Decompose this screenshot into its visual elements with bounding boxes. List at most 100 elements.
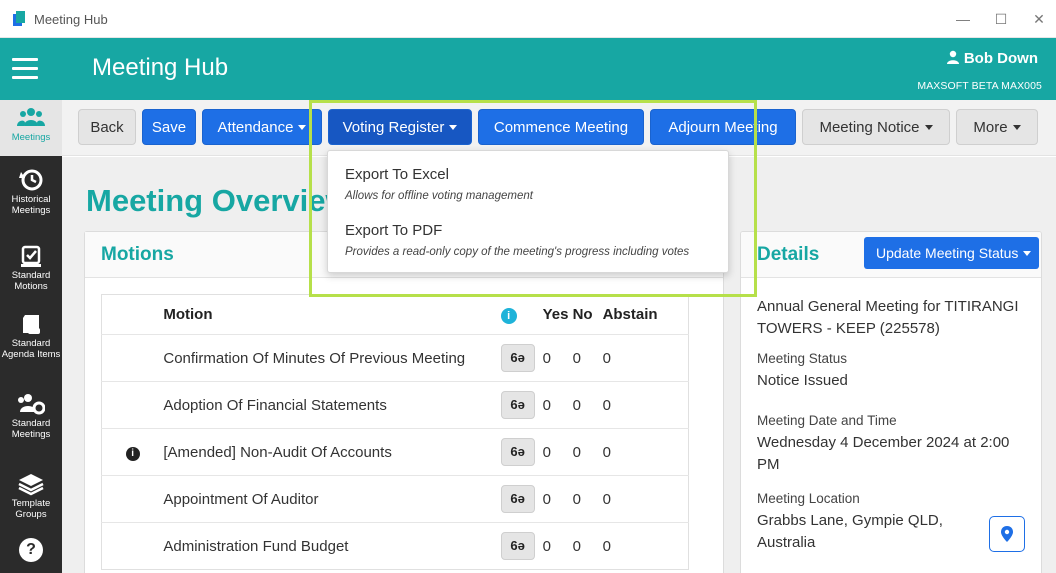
attendance-dropdown[interactable]: Attendance <box>202 109 322 145</box>
column-header-motion: Motion <box>163 306 213 323</box>
maximize-button[interactable]: ☐ <box>986 8 1016 30</box>
view-votes-button[interactable]: 6ə <box>500 438 535 466</box>
meeting-location-value: Grabbs Lane, Gympie QLD, Australia <box>757 512 943 551</box>
sidebar-item-label: Standard Agenda Items <box>1 338 61 360</box>
motions-title: Motions <box>101 244 174 265</box>
table-row: Appointment Of Auditor 6ə 0 0 0 <box>101 475 689 523</box>
menu-item-export-excel[interactable]: Export To Excel Allows for offline votin… <box>345 166 533 202</box>
motion-name: Administration Fund Budget <box>163 522 501 570</box>
sidebar-item-standard-meetings[interactable]: Standard Meetings <box>0 392 62 440</box>
sidebar: Meetings Historical Meetings Standard Mo… <box>0 100 62 573</box>
sidebar-item-label: Historical Meetings <box>11 194 51 216</box>
sidebar-item-meetings[interactable]: Meetings <box>0 100 62 156</box>
menu-item-description: Allows for offline voting management <box>345 190 533 202</box>
sidebar-item-label: Template Groups <box>11 498 51 520</box>
app-header: Meeting Hub Bob Down MAXSOFT BETA MAX005 <box>0 38 1056 100</box>
minimize-button[interactable]: — <box>948 8 978 30</box>
sidebar-item-template-groups[interactable]: Template Groups <box>0 472 62 520</box>
table-row: Administration Fund Budget 6ə 0 0 0 <box>101 522 689 570</box>
hamburger-menu-icon[interactable] <box>10 52 40 86</box>
meeting-datetime-value: Wednesday 4 December 2024 at 2:00 PM <box>757 434 1010 473</box>
sidebar-item-standard-motions[interactable]: Standard Motions <box>0 244 62 292</box>
yes-count: 0 <box>542 334 573 382</box>
toolbar: Back Save Attendance Voting Register Com… <box>62 100 1056 156</box>
meeting-datetime-label: Meeting Date and Time <box>757 413 897 428</box>
meeting-status-value: Notice Issued <box>757 372 848 389</box>
people-group-icon <box>17 108 45 126</box>
help-icon: ? <box>19 538 43 562</box>
close-button[interactable]: ✕ <box>1024 8 1054 30</box>
sidebar-item-label: Meetings <box>11 132 51 143</box>
sidebar-item-help[interactable]: ? <box>0 538 62 562</box>
chevron-down-icon <box>449 125 458 130</box>
menu-item-description: Provides a read-only copy of the meeting… <box>345 246 690 258</box>
abstain-count: 0 <box>602 428 689 476</box>
page-title: Meeting Overview <box>86 183 350 218</box>
column-header-abstain: Abstain <box>602 306 658 323</box>
yes-count: 0 <box>542 428 573 476</box>
no-count: 0 <box>572 428 603 476</box>
map-pin-icon <box>1001 526 1013 542</box>
motion-name: Adoption Of Financial Statements <box>163 381 501 429</box>
no-count: 0 <box>572 522 603 570</box>
view-votes-button[interactable]: 6ə <box>500 391 535 419</box>
table-row: i [Amended] Non-Audit Of Accounts 6ə 0 0… <box>101 428 689 476</box>
table-header-row: Motion i Yes No Abstain <box>102 295 689 335</box>
view-votes-button[interactable]: 6ə <box>500 532 535 560</box>
motion-name: Confirmation Of Minutes Of Previous Meet… <box>163 334 501 382</box>
check-box-icon <box>21 245 41 267</box>
meeting-location-label: Meeting Location <box>757 491 860 506</box>
app-title: Meeting Hub <box>92 54 229 81</box>
column-header-yes: Yes <box>542 306 569 323</box>
scroll-icon <box>23 315 40 334</box>
user-name: Bob Down <box>963 50 1038 67</box>
motions-table: Motion i Yes No Abstain Confirmation Of … <box>101 294 689 570</box>
map-location-button[interactable] <box>989 516 1025 552</box>
menu-item-export-pdf[interactable]: Export To PDF Provides a read-only copy … <box>345 222 689 258</box>
column-header-no: No <box>572 306 593 323</box>
adjourn-meeting-button[interactable]: Adjourn Meeting <box>650 109 796 145</box>
sidebar-item-standard-agenda-items[interactable]: Standard Agenda Items <box>0 312 62 360</box>
yes-count: 0 <box>542 475 573 523</box>
view-votes-button[interactable]: 6ə <box>500 485 535 513</box>
chevron-down-icon <box>298 125 307 130</box>
more-dropdown[interactable]: More <box>956 109 1038 145</box>
window-title: Meeting Hub <box>34 12 108 27</box>
layers-icon <box>18 474 44 496</box>
view-votes-button[interactable]: 6ə <box>500 344 535 372</box>
menu-item-label: Export To Excel <box>345 166 449 183</box>
sidebar-item-historical-meetings[interactable]: Historical Meetings <box>0 168 62 216</box>
table-row: Confirmation Of Minutes Of Previous Meet… <box>101 334 689 382</box>
info-icon[interactable]: i <box>500 307 517 324</box>
sidebar-item-label: Standard Motions <box>11 270 51 292</box>
meeting-name: Annual General Meeting for TITIRANGI TOW… <box>757 298 1019 337</box>
no-count: 0 <box>572 475 603 523</box>
voting-register-menu: Export To Excel Allows for offline votin… <box>327 150 729 273</box>
menu-item-label: Export To PDF <box>345 222 443 239</box>
motion-name: Appointment Of Auditor <box>163 475 501 523</box>
abstain-count: 0 <box>602 522 689 570</box>
amended-info-icon[interactable]: i <box>125 447 140 461</box>
people-gear-icon <box>18 394 45 415</box>
no-count: 0 <box>572 334 603 382</box>
no-count: 0 <box>572 381 603 429</box>
abstain-count: 0 <box>602 475 689 523</box>
details-title: Details <box>757 244 820 265</box>
abstain-count: 0 <box>602 334 689 382</box>
meeting-notice-dropdown[interactable]: Meeting Notice <box>802 109 950 145</box>
details-body: Annual General Meeting for TITIRANGI TOW… <box>757 296 1027 554</box>
table-row: Adoption Of Financial Statements 6ə 0 0 … <box>101 381 689 429</box>
update-meeting-status-dropdown[interactable]: Update Meeting Status <box>864 237 1039 269</box>
abstain-count: 0 <box>602 381 689 429</box>
chevron-down-icon <box>1023 251 1032 256</box>
commence-meeting-button[interactable]: Commence Meeting <box>478 109 644 145</box>
save-button[interactable]: Save <box>142 109 196 145</box>
back-button[interactable]: Back <box>78 109 136 145</box>
user-icon <box>946 50 959 64</box>
user-account: MAXSOFT BETA MAX005 <box>917 80 1042 92</box>
user-menu[interactable]: Bob Down <box>946 50 1038 67</box>
app-logo-icon <box>13 11 25 26</box>
motion-name: [Amended] Non-Audit Of Accounts <box>163 428 501 476</box>
voting-register-dropdown[interactable]: Voting Register <box>328 109 472 145</box>
chevron-down-icon <box>1012 125 1021 130</box>
